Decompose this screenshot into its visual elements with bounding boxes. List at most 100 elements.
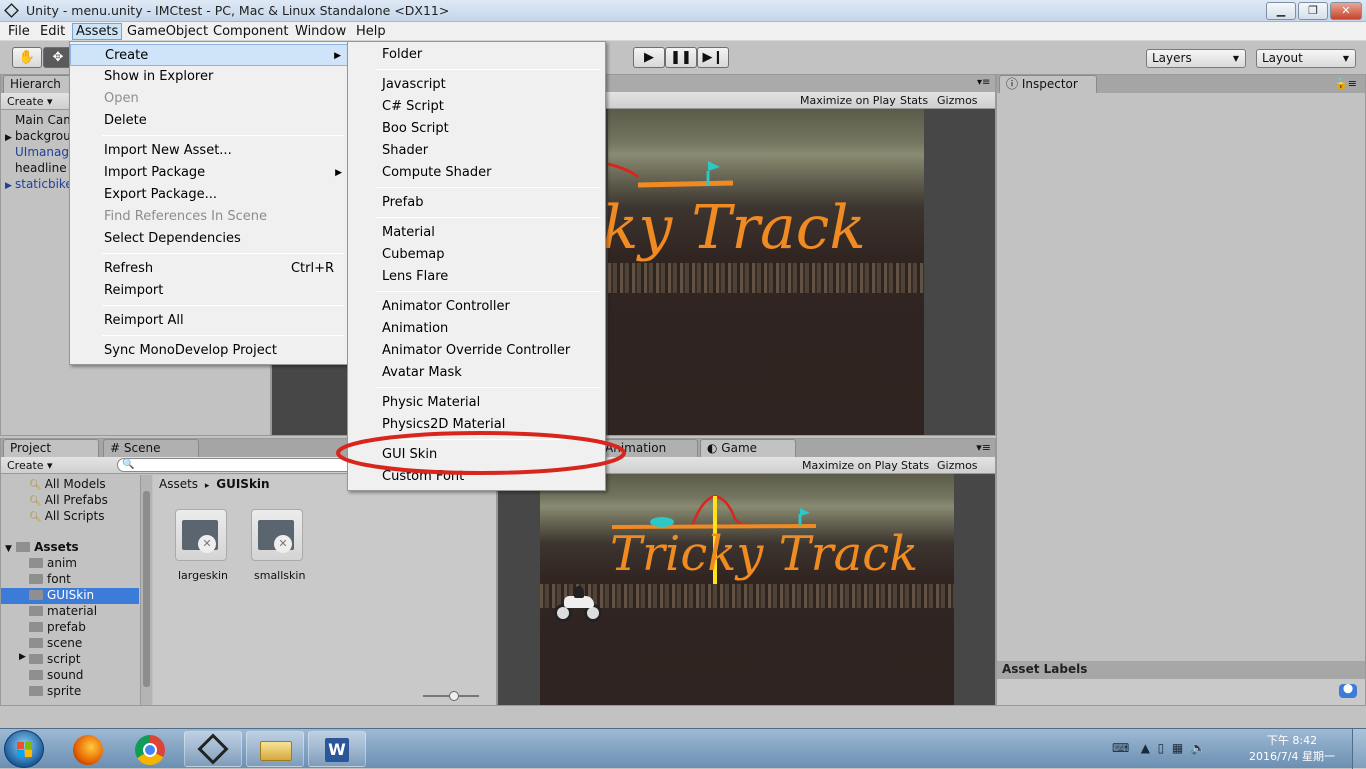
menu-help[interactable]: Help bbox=[356, 24, 386, 39]
maximize-button[interactable]: ❐ bbox=[1298, 2, 1328, 20]
menu-edit[interactable]: Edit bbox=[40, 24, 65, 39]
menu-item-reimport-all[interactable]: Reimport All bbox=[70, 310, 348, 332]
project-create-button[interactable]: Create ▾ bbox=[7, 459, 53, 472]
game-viewport[interactable]: Tricky Track bbox=[498, 474, 995, 705]
project-search-input[interactable]: 🔍 bbox=[117, 458, 357, 472]
tab-inspector[interactable]: ⓘ Inspector bbox=[999, 75, 1097, 93]
menu-item-animator-override-controller[interactable]: Animator Override Controller bbox=[348, 340, 605, 362]
unity-taskbar-icon[interactable] bbox=[184, 731, 242, 767]
word-icon[interactable]: W bbox=[308, 731, 366, 767]
tab-scene[interactable]: # Scene bbox=[103, 439, 199, 457]
menu-item-boo-script[interactable]: Boo Script bbox=[348, 118, 605, 140]
menu-item-animator-controller[interactable]: Animator Controller bbox=[348, 296, 605, 318]
favorite-all-scripts[interactable]: 🔍︎ All Scripts bbox=[29, 509, 104, 523]
maximize-on-play-toggle[interactable]: Maximize on Play bbox=[802, 459, 898, 472]
menu-item-folder[interactable]: Folder bbox=[348, 44, 605, 66]
scrollbar-thumb[interactable] bbox=[143, 491, 150, 687]
gizmos-dropdown[interactable]: Gizmos bbox=[937, 94, 978, 107]
folder-sound[interactable]: sound bbox=[1, 668, 139, 684]
show-desktop-button[interactable] bbox=[1352, 729, 1366, 769]
menu-component[interactable]: Component bbox=[213, 24, 288, 39]
menu-window[interactable]: Window bbox=[295, 24, 346, 39]
menu-item-lens-flare[interactable]: Lens Flare bbox=[348, 266, 605, 288]
hierarchy-item[interactable]: ▶ staticbike bbox=[1, 177, 73, 193]
breadcrumb-current[interactable]: GUISkin bbox=[216, 477, 269, 491]
show-hidden-icons-icon[interactable]: ▲ bbox=[1141, 741, 1150, 755]
firefox-icon[interactable] bbox=[66, 733, 110, 767]
menu-assets[interactable]: Assets bbox=[72, 23, 123, 40]
menu-item-animation[interactable]: Animation bbox=[348, 318, 605, 340]
tab-game[interactable]: ◐ Game bbox=[700, 439, 796, 457]
favorite-all-prefabs[interactable]: 🔍︎ All Prefabs bbox=[29, 493, 108, 507]
stats-toggle[interactable]: Stats bbox=[901, 459, 929, 472]
menu-item-shader[interactable]: Shader bbox=[348, 140, 605, 162]
hierarchy-item[interactable]: headline bbox=[1, 161, 67, 177]
tag-icon[interactable]: ⬤ bbox=[1339, 684, 1357, 698]
guiskin-asset-icon[interactable]: ✕ bbox=[251, 509, 303, 561]
folder-font[interactable]: font bbox=[1, 572, 139, 588]
hierarchy-item[interactable]: ▶ backgrou bbox=[1, 129, 71, 145]
start-orb-icon[interactable] bbox=[4, 730, 44, 768]
asset-label-smallskin[interactable]: smallskin bbox=[254, 569, 305, 582]
keyboard-icon[interactable]: ⌨ bbox=[1112, 741, 1129, 755]
menu-item-import-package[interactable]: Import Package ▶ bbox=[70, 162, 348, 184]
menu-item-cubemap[interactable]: Cubemap bbox=[348, 244, 605, 266]
menu-item-refresh[interactable]: Refresh Ctrl+R bbox=[70, 258, 348, 280]
folder-guiskin[interactable]: GUISkin bbox=[1, 588, 139, 604]
pause-button[interactable]: ❚❚ bbox=[665, 47, 697, 68]
menu-item-material[interactable]: Material bbox=[348, 222, 605, 244]
folder-prefab[interactable]: prefab bbox=[1, 620, 139, 636]
expand-arrow-icon[interactable]: ▶ bbox=[1, 133, 15, 143]
folder-anim[interactable]: anim bbox=[1, 556, 139, 572]
expand-arrow-icon[interactable]: ▶ bbox=[1, 181, 15, 191]
favorite-all-models[interactable]: 🔍︎ All Models bbox=[29, 477, 106, 491]
menu-item-select-dependencies[interactable]: Select Dependencies bbox=[70, 228, 348, 250]
device-icon[interactable]: ▯ bbox=[1158, 741, 1165, 755]
menu-item-c-script[interactable]: C# Script bbox=[348, 96, 605, 118]
stats-toggle[interactable]: Stats bbox=[900, 94, 928, 107]
explorer-icon[interactable] bbox=[246, 731, 304, 767]
hand-tool-icon[interactable]: ✋ bbox=[12, 47, 42, 68]
guiskin-asset-icon[interactable]: ✕ bbox=[175, 509, 227, 561]
lock-icon[interactable]: 🔒≡ bbox=[1334, 77, 1357, 90]
expand-arrow-icon[interactable]: ▶ bbox=[19, 652, 26, 662]
folder-sprite[interactable]: sprite bbox=[1, 684, 139, 700]
menu-file[interactable]: File bbox=[8, 24, 30, 39]
layout-dropdown[interactable]: Layout ▼ bbox=[1256, 49, 1356, 68]
close-button[interactable]: ✕ bbox=[1330, 2, 1362, 20]
hierarchy-create-button[interactable]: Create ▾ bbox=[7, 95, 53, 108]
menu-item-reimport[interactable]: Reimport bbox=[70, 280, 348, 302]
project-tree-scrollbar[interactable] bbox=[140, 475, 152, 705]
layers-dropdown[interactable]: Layers ▼ bbox=[1146, 49, 1246, 68]
network-icon[interactable]: ▦ bbox=[1172, 741, 1183, 755]
icon-size-slider[interactable] bbox=[423, 691, 479, 701]
menu-item-prefab[interactable]: Prefab bbox=[348, 192, 605, 214]
folder-script[interactable]: ▶ script bbox=[1, 652, 139, 668]
hierarchy-item[interactable]: Main Cam bbox=[1, 113, 75, 129]
asset-label-largeskin[interactable]: largeskin bbox=[178, 569, 228, 582]
play-button[interactable]: ▶ bbox=[633, 47, 665, 68]
menu-item-sync-monodevelop-project[interactable]: Sync MonoDevelop Project bbox=[70, 340, 348, 362]
panel-menu-icon[interactable]: ▾≡ bbox=[977, 77, 990, 88]
tab-project[interactable]: Project bbox=[3, 439, 99, 457]
breadcrumb-root[interactable]: Assets bbox=[159, 477, 198, 491]
menu-item-show-in-explorer[interactable]: Show in Explorer bbox=[70, 66, 348, 88]
menu-item-javascript[interactable]: Javascript bbox=[348, 74, 605, 96]
gizmos-dropdown[interactable]: Gizmos bbox=[937, 459, 978, 472]
menu-item-compute-shader[interactable]: Compute Shader bbox=[348, 162, 605, 184]
panel-menu-icon[interactable]: ▾≡ bbox=[976, 441, 991, 454]
menu-item-physic-material[interactable]: Physic Material bbox=[348, 392, 605, 414]
menu-item-create[interactable]: Create ▶ bbox=[70, 44, 348, 66]
menu-gameobject[interactable]: GameObject bbox=[127, 24, 208, 39]
assets-root-folder[interactable]: ▼ Assets bbox=[5, 540, 79, 554]
chrome-icon[interactable] bbox=[128, 733, 172, 767]
minimize-button[interactable]: ▁ bbox=[1266, 2, 1296, 20]
step-button[interactable]: ▶❙ bbox=[697, 47, 729, 68]
menu-item-delete[interactable]: Delete bbox=[70, 110, 348, 132]
expand-arrow-icon[interactable]: ▼ bbox=[5, 544, 12, 554]
menu-item-import-new-asset[interactable]: Import New Asset... bbox=[70, 140, 348, 162]
folder-scene[interactable]: scene bbox=[1, 636, 139, 652]
folder-material[interactable]: material bbox=[1, 604, 139, 620]
menu-item-export-package[interactable]: Export Package... bbox=[70, 184, 348, 206]
hierarchy-item[interactable]: UImanag bbox=[1, 145, 69, 161]
